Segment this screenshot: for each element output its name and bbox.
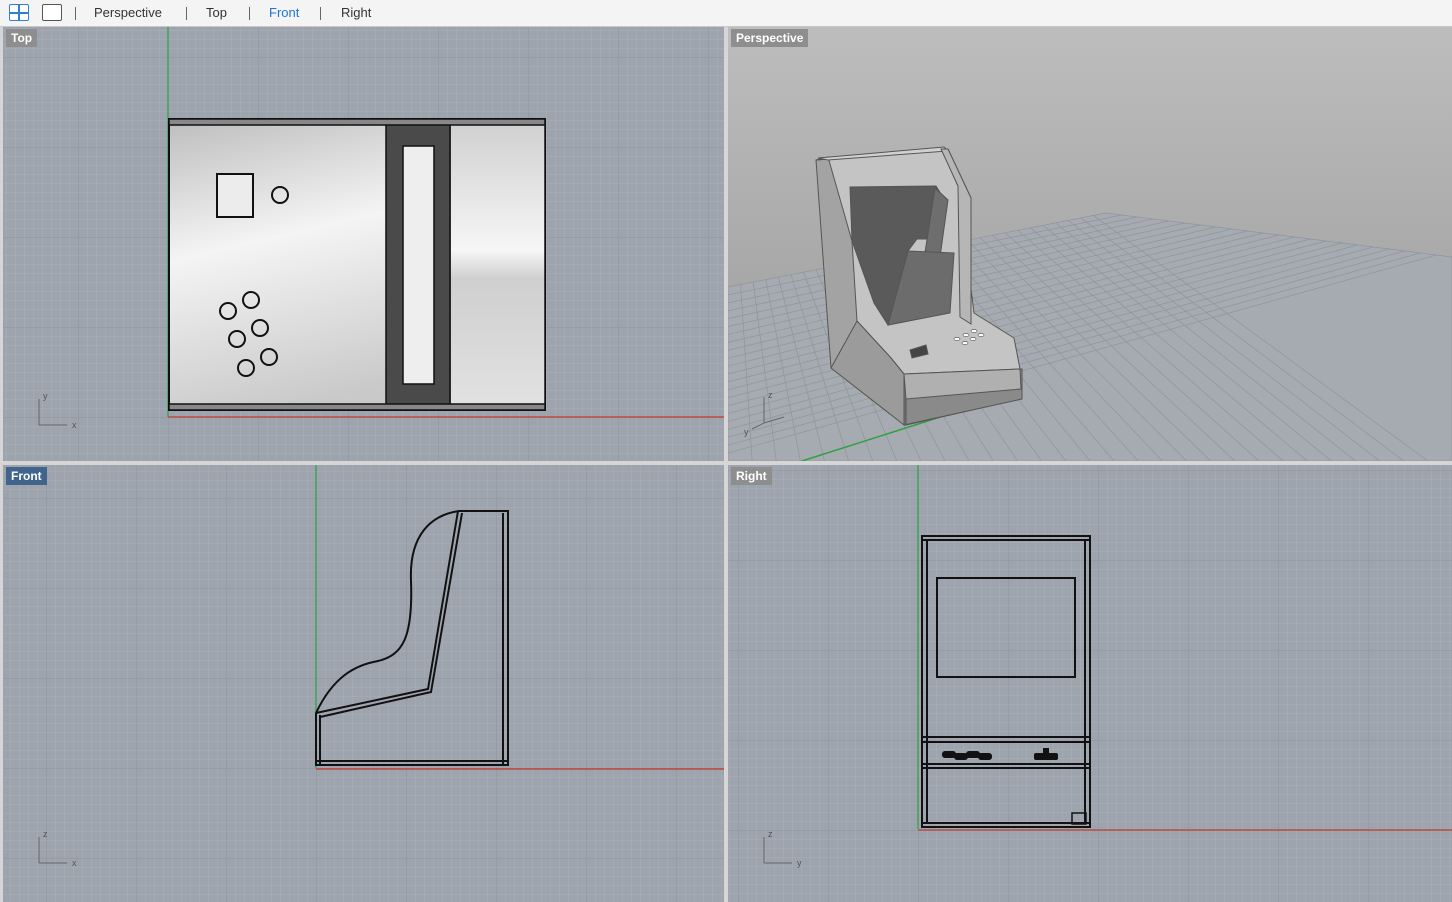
svg-text:x: x <box>72 858 77 868</box>
viewport-label-front[interactable]: Front <box>6 467 47 485</box>
viewport-perspective[interactable]: z y Perspective <box>728 27 1452 461</box>
right-view-canvas: z y <box>728 465 1452 902</box>
four-viewports-icon[interactable] <box>9 4 29 21</box>
viewport-label-right[interactable]: Right <box>731 467 772 485</box>
tab-front[interactable]: Front <box>269 5 299 20</box>
svg-text:z: z <box>768 390 773 400</box>
svg-text:z: z <box>43 829 48 839</box>
perspective-view-canvas: z y <box>728 27 1452 461</box>
toolbar-separator <box>320 7 321 20</box>
arcade-cabinet-top-view <box>168 118 546 411</box>
toolbar-separator <box>249 7 250 20</box>
viewport-toolbar: Perspective Top Front Right <box>0 0 1452 27</box>
svg-text:z: z <box>768 829 773 839</box>
viewport-top[interactable]: y x Top <box>3 27 724 461</box>
tab-top[interactable]: Top <box>206 5 227 20</box>
tab-right[interactable]: Right <box>341 5 371 20</box>
svg-text:x: x <box>72 420 77 430</box>
front-view-canvas: z x <box>3 465 724 902</box>
viewport-label-top[interactable]: Top <box>6 29 38 47</box>
viewport-front[interactable]: z x Front <box>3 465 724 902</box>
svg-text:y: y <box>43 391 48 401</box>
viewport-label-perspective[interactable]: Perspective <box>731 29 809 47</box>
svg-text:y: y <box>797 858 802 868</box>
top-view-canvas: y x <box>3 27 724 461</box>
single-viewport-icon[interactable] <box>42 4 62 21</box>
toolbar-separator <box>186 7 187 20</box>
viewport-right[interactable]: z y Right <box>728 465 1452 902</box>
tab-perspective[interactable]: Perspective <box>94 5 162 20</box>
svg-text:y: y <box>744 427 749 437</box>
toolbar-separator <box>75 7 76 20</box>
